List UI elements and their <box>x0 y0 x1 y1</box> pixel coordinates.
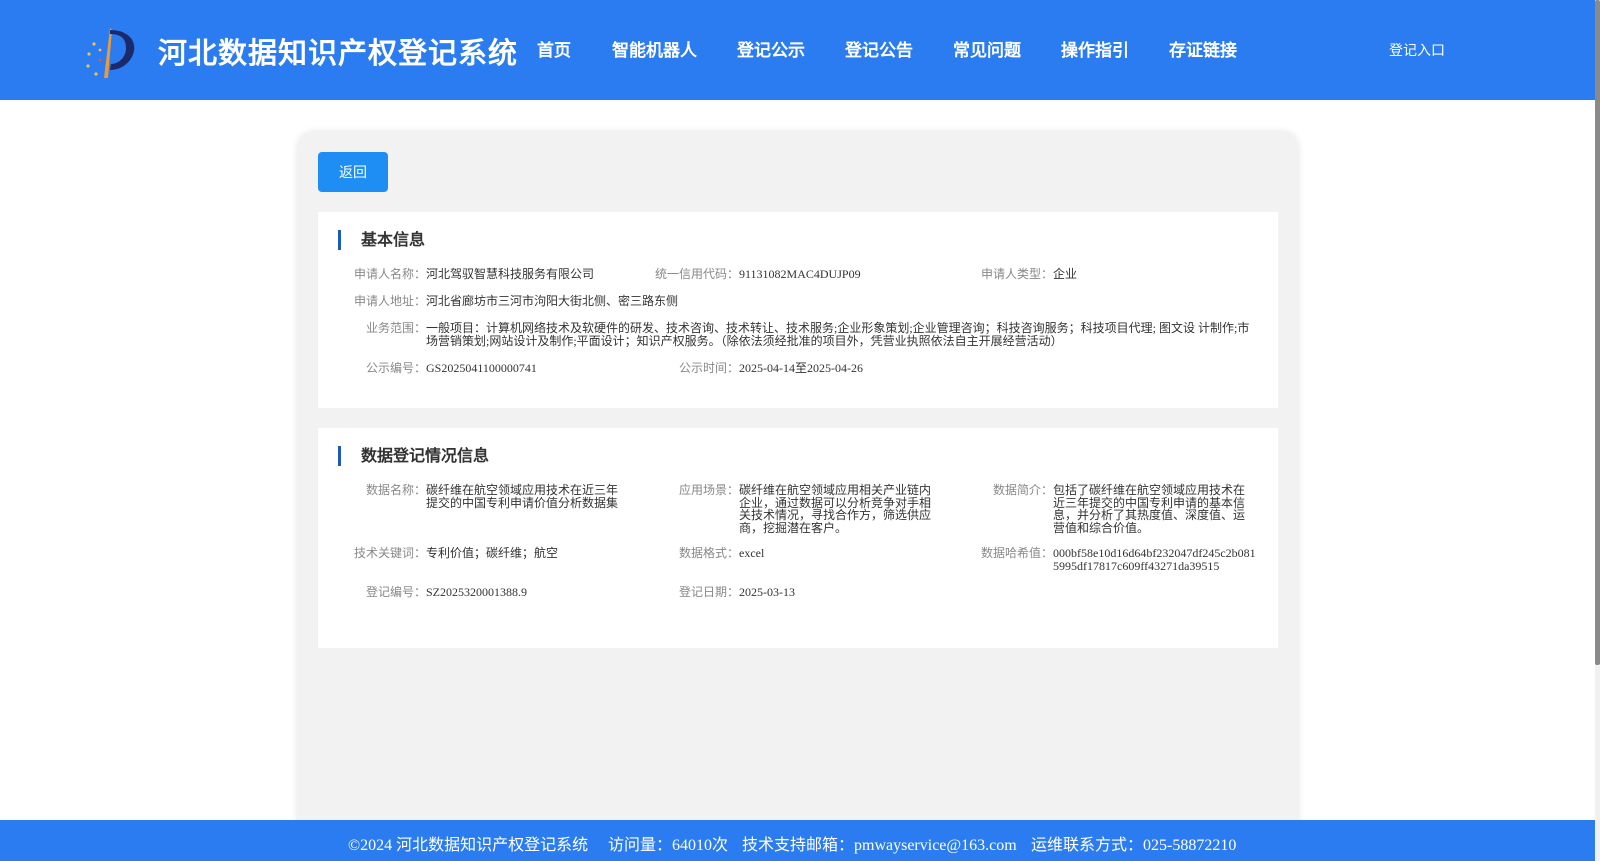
field-label: 登记编号： <box>365 585 426 599</box>
applicant-type-field: 申请人类型： 企业 <box>981 267 1253 281</box>
footer-phone: 运维联系方式：025-58872210 <box>1031 837 1237 854</box>
scrollbar[interactable] <box>1595 0 1600 861</box>
publication-time-value: 2025-04-14至2025-04-26 <box>739 361 863 375</box>
login-link[interactable]: 登记入口 <box>1389 40 1445 60</box>
publication-no-field: 公示编号： GS2025041100000741 <box>366 361 656 375</box>
nav-robot[interactable]: 智能机器人 <box>612 36 697 61</box>
basic-info-title: 基本信息 <box>338 230 425 250</box>
keywords-value: 专利价值；碳纤维；航空 <box>426 546 559 560</box>
footer: ©2024 河北数据知识产权登记系统 访问量：64010次 技术支持邮箱：pmw… <box>0 820 1595 861</box>
data-hash-value: 000bf58e10d16d64bf232047df245c2b0815995d… <box>1053 546 1256 573</box>
footer-visits: 访问量：64010次 <box>608 837 729 854</box>
field-label: 公示时间： <box>678 361 739 375</box>
top-header: 河北数据知识产权登记系统 首页 智能机器人 登记公示 登记公告 常见问题 操作指… <box>0 0 1595 100</box>
field-label: 公示编号： <box>365 361 426 375</box>
data-intro-value: 包括了碳纤维在航空领域应用技术在近三年提交的中国专利申请的基本信息，并分析了其热… <box>1053 483 1246 535</box>
scrollbar-thumb[interactable] <box>1595 0 1600 665</box>
site-title[interactable]: 河北数据知识产权登记系统 <box>158 30 518 72</box>
nav-faq[interactable]: 常见问题 <box>953 36 1021 61</box>
field-label: 技术关键词： <box>353 546 426 560</box>
field-label: 应用场景： <box>678 483 739 497</box>
scenario-value: 碳纤维在航空领域应用相关产业链内企业，通过数据可以分析竞争对手相关技术情况，寻找… <box>739 483 932 535</box>
footer-copyright: ©2024 河北数据知识产权登记系统 <box>348 837 589 854</box>
business-scope-field: 业务范围： 一般项目：计算机网络技术及软硬件的研发、技术咨询、技术转让、技术服务… <box>366 321 1256 348</box>
applicant-name-value: 河北驾驭智慧科技服务有限公司 <box>426 267 595 281</box>
registration-date-field: 登记日期： 2025-03-13 <box>679 585 935 599</box>
keywords-field: 技术关键词： 专利价值；碳纤维；航空 <box>354 546 622 560</box>
nav-registration-publicity[interactable]: 登记公示 <box>737 36 805 61</box>
publication-time-field: 公示时间： 2025-04-14至2025-04-26 <box>679 361 969 375</box>
data-intro-field: 数据简介： 包括了碳纤维在航空领域应用技术在近三年提交的中国专利申请的基本信息，… <box>993 483 1249 535</box>
applicant-type-value: 企业 <box>1053 267 1078 281</box>
field-label: 统一信用代码： <box>654 267 739 281</box>
nav-home[interactable]: 首页 <box>537 36 571 61</box>
address-value: 河北省廊坊市三河市泃阳大街北侧、密三路东侧 <box>426 294 679 308</box>
registration-no-field: 登记编号： SZ2025320001388.9 <box>366 585 622 599</box>
credit-code-field: 统一信用代码： 91131082MAC4DUJP09 <box>655 267 969 281</box>
publication-no-value: GS2025041100000741 <box>426 361 537 375</box>
field-label: 数据格式： <box>678 546 739 560</box>
data-format-value: excel <box>739 546 765 560</box>
field-label: 申请人类型： <box>980 267 1053 281</box>
applicant-name-field: 申请人名称： 河北驾驭智慧科技服务有限公司 <box>354 267 656 281</box>
address-field: 申请人地址： 河北省廊坊市三河市泃阳大街北侧、密三路东侧 <box>354 294 1226 308</box>
business-scope-value: 一般项目：计算机网络技术及软硬件的研发、技术咨询、技术转让、技术服务;企业形象策… <box>426 321 1250 348</box>
field-label: 登记日期： <box>678 585 739 599</box>
registration-info-card: 数据登记情况信息 数据名称： 碳纤维在航空领域应用技术在近三年提交的中国专利申请… <box>318 428 1278 648</box>
registration-no-value: SZ2025320001388.9 <box>426 585 528 599</box>
footer-support-email: 技术支持邮箱：pmwayservice@163.com <box>742 837 1017 854</box>
nav-guide[interactable]: 操作指引 <box>1061 36 1129 61</box>
detail-panel: 返回 基本信息 申请人名称： 河北驾驭智慧科技服务有限公司 统一信用代码： 91… <box>298 132 1298 861</box>
registration-date-value: 2025-03-13 <box>739 585 795 599</box>
registration-info-title: 数据登记情况信息 <box>338 446 489 466</box>
field-label: 数据名称： <box>365 483 426 497</box>
logo-icon <box>86 28 135 78</box>
field-label: 申请人名称： <box>353 267 426 281</box>
data-name-value: 碳纤维在航空领域应用技术在近三年提交的中国专利申请价值分析数据集 <box>426 483 619 510</box>
field-label: 申请人地址： <box>353 294 426 308</box>
back-button[interactable]: 返回 <box>318 152 388 192</box>
scenario-field: 应用场景： 碳纤维在航空领域应用相关产业链内企业，通过数据可以分析竞争对手相关技… <box>679 483 935 535</box>
data-format-field: 数据格式： excel <box>679 546 935 560</box>
basic-info-card: 基本信息 申请人名称： 河北驾驭智慧科技服务有限公司 统一信用代码： 91131… <box>318 212 1278 408</box>
nav-registration-announcement[interactable]: 登记公告 <box>845 36 913 61</box>
data-name-field: 数据名称： 碳纤维在航空领域应用技术在近三年提交的中国专利申请价值分析数据集 <box>366 483 622 510</box>
field-label: 业务范围： <box>365 321 426 335</box>
credit-code-value: 91131082MAC4DUJP09 <box>739 267 861 281</box>
data-hash-field: 数据哈希值： 000bf58e10d16d64bf232047df245c2b0… <box>981 546 1256 573</box>
field-label: 数据简介： <box>992 483 1053 497</box>
nav-certificate-link[interactable]: 存证链接 <box>1169 36 1237 61</box>
field-label: 数据哈希值： <box>980 546 1053 560</box>
